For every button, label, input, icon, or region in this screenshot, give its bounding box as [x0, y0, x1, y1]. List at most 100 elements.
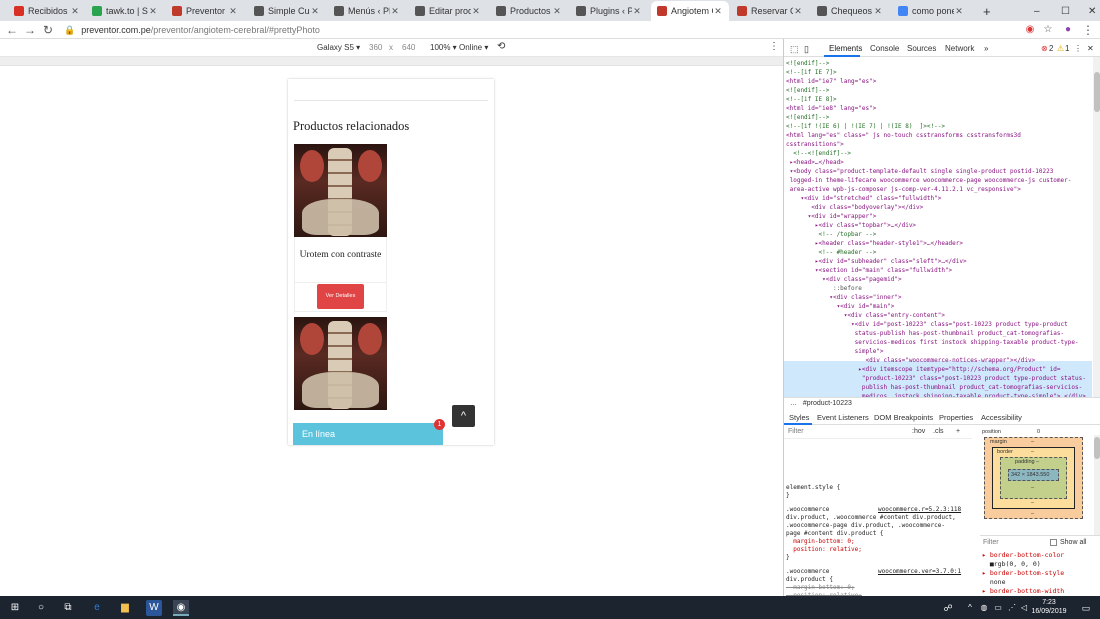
dom-node-line[interactable]: <div class="bodyoverlay"></div> — [786, 203, 923, 212]
dom-node-line[interactable]: logged-in theme-lifecare woocommerce woo… — [786, 176, 1072, 185]
dom-node-line[interactable]: <html id="ie7" lang="es"> — [786, 77, 876, 86]
device-width[interactable]: 360 — [369, 43, 382, 52]
close-tab-icon[interactable]: ✕ — [310, 6, 320, 17]
dom-node-line[interactable]: ::before — [786, 284, 862, 293]
url-field[interactable]: 🔒 preventor.com.pe/preventor/angiotem-cer… — [64, 23, 1004, 37]
selected-node-label[interactable]: #product-10223 — [803, 400, 852, 407]
close-tab-icon[interactable]: ✕ — [552, 6, 562, 17]
tab-elements[interactable]: Elements — [829, 44, 862, 53]
devtools-menu-icon[interactable]: ⋮ — [1074, 44, 1082, 53]
dom-node-line[interactable]: csstransitions"> — [786, 140, 844, 149]
elements-tree[interactable]: <![endif]--> <!--[if IE 7]> <html id="ie7"… — [784, 57, 1092, 397]
dom-node-line[interactable]: <![endif]--> — [786, 59, 829, 68]
dom-node-line[interactable]: <html id="ie8" lang="es"> — [786, 104, 876, 113]
dom-node-line[interactable]: ▾<div id="wrapper"> — [786, 212, 877, 221]
tab-properties[interactable]: Properties — [939, 413, 973, 422]
browser-tab[interactable]: Recibidos (7.8…✕ — [8, 1, 86, 21]
tab-console[interactable]: Console — [870, 44, 899, 53]
new-tab-button[interactable]: + — [977, 1, 997, 21]
show-all-checkbox[interactable] — [1050, 539, 1057, 546]
task-view-icon[interactable]: ⧉ — [60, 600, 76, 616]
dom-node-line[interactable]: ▾<div class="pagemid"> — [786, 275, 901, 284]
browser-tab[interactable]: Reservar Cita…✕ — [731, 1, 809, 21]
dom-node-line[interactable]: <!--[if IE 8]> — [786, 95, 837, 104]
file-explorer-icon[interactable]: ▆ — [117, 600, 133, 616]
style-rule-line[interactable]: element.style { — [786, 484, 840, 492]
device-mode-icon[interactable]: ▯ — [804, 44, 809, 55]
browser-tab[interactable]: Editar product…✕ — [409, 1, 487, 21]
dom-node-line[interactable]: simple"> — [786, 347, 884, 356]
dom-node-line[interactable]: <!--[if !(IE 6) | !(IE 7) | !(IE 8) ]><!… — [786, 122, 945, 131]
browser-tab[interactable]: Chequeos On…✕ — [811, 1, 889, 21]
scroll-top-button[interactable]: ^ — [452, 405, 475, 427]
dom-node-line[interactable]: publish has-post-thumbnail product_cat-t… — [786, 383, 1082, 392]
search-icon[interactable]: ○ — [33, 600, 49, 616]
close-tab-icon[interactable]: ✕ — [873, 6, 883, 17]
forward-icon[interactable]: → — [22, 22, 38, 38]
zoom-select[interactable]: 100% ▾ — [430, 43, 457, 52]
computed-property[interactable]: ▸ border-bottom-width — [982, 587, 1064, 596]
computed-property[interactable]: ■rgb(0, 0, 0) — [982, 560, 1041, 569]
dom-node-line[interactable]: <!--[if IE 7]> — [786, 68, 837, 77]
dom-node-line[interactable]: <html lang="es" class=" js no-touch csst… — [786, 131, 1021, 140]
inspect-icon[interactable]: ⬚ — [790, 44, 799, 55]
dom-node-line[interactable]: <div class="woocommerce-notices-wrapper"… — [786, 356, 1035, 365]
close-tab-icon[interactable]: ✕ — [713, 6, 723, 17]
computed-filter-input[interactable]: Filter — [983, 539, 999, 546]
close-tab-icon[interactable]: ✕ — [70, 6, 80, 17]
style-rule-line[interactable]: } — [786, 492, 790, 500]
dom-node-line[interactable]: ▾<div class="entry-content"> — [786, 311, 945, 320]
browser-tab[interactable]: tawk.to | Supe…✕ — [86, 1, 164, 21]
dom-node-line[interactable]: <!--<![endif]--> — [786, 149, 851, 158]
browser-tab[interactable]: Plugins ‹ PREV…✕ — [570, 1, 648, 21]
computed-property[interactable]: ▸ border-bottom-style — [982, 569, 1064, 578]
elements-scrollbar[interactable] — [1093, 57, 1100, 397]
notifications-icon[interactable]: ▭ — [1078, 600, 1094, 616]
close-tab-icon[interactable]: ✕ — [148, 6, 158, 17]
style-source-link[interactable]: woocommerce.ver=3.7.0:1 — [878, 568, 961, 576]
clock[interactable]: 7:23 16/09/2019 — [1028, 598, 1070, 616]
dom-node-line[interactable]: ▸<div class="topbar">…</div> — [786, 221, 916, 230]
extension-icon[interactable]: ◉ — [1022, 22, 1038, 38]
tab-styles[interactable]: Styles — [789, 413, 809, 422]
close-window-icon[interactable]: ✕ — [1082, 1, 1100, 21]
rotate-icon[interactable]: ⟲ — [497, 41, 505, 52]
style-source-link[interactable]: woocommerce.r=5.2.3:118 — [878, 506, 961, 514]
style-rule-line[interactable]: position: relative; — [786, 546, 862, 554]
device-toolbar-menu-icon[interactable]: ⋮ — [769, 41, 779, 52]
tab-event-listeners[interactable]: Event Listeners — [817, 413, 869, 422]
dom-node-line[interactable]: <![endif]--> — [786, 86, 829, 95]
dom-node-line[interactable]: ▾<div id="post-10223" class="post-10223 … — [786, 320, 1068, 329]
chat-widget[interactable]: En línea — [293, 423, 443, 445]
product-image[interactable] — [294, 317, 387, 410]
dom-node-line[interactable]: ▾<div id="stretched" class="fullwidth"> — [786, 194, 941, 203]
dom-node-line[interactable]: ▾<div id="main"> — [786, 302, 895, 311]
tab-network[interactable]: Network — [945, 44, 974, 53]
people-icon[interactable]: ☍ — [940, 600, 956, 616]
dom-node-line[interactable]: ▾<div class="inner"> — [786, 293, 901, 302]
device-select[interactable]: Galaxy S5 ▾ — [317, 43, 360, 52]
styles-pane[interactable]: element.style {} .woocommerce div.product,… — [784, 425, 979, 596]
box-model-scrollbar[interactable] — [1094, 435, 1100, 535]
browser-tab[interactable]: Angiotem Ce…✕ — [651, 1, 729, 21]
dom-node-line[interactable]: <!-- #header --> — [786, 248, 877, 257]
chrome-icon[interactable]: ◉ — [173, 600, 189, 616]
maximize-icon[interactable]: ☐ — [1055, 1, 1076, 21]
browser-tab[interactable]: Menús ‹ PREV…✕ — [328, 1, 406, 21]
reload-icon[interactable]: ↻ — [40, 22, 56, 38]
back-icon[interactable]: ← — [4, 22, 20, 38]
network-select[interactable]: Online ▾ — [459, 43, 488, 52]
dom-node-line[interactable]: <!-- /topbar --> — [786, 230, 877, 239]
edge-icon[interactable]: e — [89, 600, 105, 616]
dom-node-line[interactable]: ▾<body class="product-template-default s… — [786, 167, 1054, 176]
device-height[interactable]: 640 — [402, 43, 415, 52]
close-tab-icon[interactable]: ✕ — [954, 6, 964, 17]
browser-tab[interactable]: como poner a…✕ — [892, 1, 970, 21]
tab-accessibility[interactable]: Accessibility — [981, 413, 1022, 422]
product-image[interactable] — [294, 144, 387, 237]
computed-property[interactable]: none — [982, 578, 1006, 587]
dom-node-line[interactable]: ▸<div id="subheader" class="sleft">…</di… — [786, 257, 967, 266]
close-tab-icon[interactable]: ✕ — [390, 6, 400, 17]
browser-menu-icon[interactable]: ⋮ — [1080, 22, 1096, 38]
dom-node-line[interactable]: servicios-medicos first instock shipping… — [786, 338, 1079, 347]
